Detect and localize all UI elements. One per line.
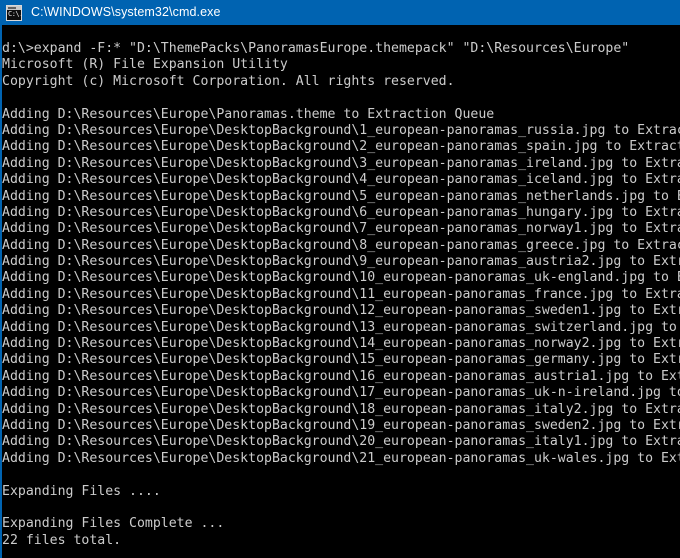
console-line: Adding D:\Resources\Europe\DesktopBackgr… — [2, 254, 680, 270]
console-line: Adding D:\Resources\Europe\DesktopBackgr… — [2, 155, 680, 171]
console-line: Adding D:\Resources\Europe\DesktopBackgr… — [2, 336, 680, 352]
console-line: Adding D:\Resources\Europe\DesktopBackgr… — [2, 139, 680, 155]
console-line: 22 files total. — [2, 532, 122, 548]
cmd-icon-prompt-glyph: C:\. — [8, 9, 23, 18]
console-line: Adding D:\Resources\Europe\DesktopBackgr… — [2, 450, 680, 466]
console-line: Adding D:\Resources\Europe\DesktopBackgr… — [2, 352, 680, 368]
console-output-area[interactable]: d:\>expand -F:* "D:\ThemePacks\Panoramas… — [0, 25, 680, 558]
console-line: Adding D:\Resources\Europe\DesktopBackgr… — [2, 221, 680, 237]
console-line: Adding D:\Resources\Europe\DesktopBackgr… — [2, 368, 680, 384]
window-title-text: C:\WINDOWS\system32\cmd.exe — [31, 5, 221, 19]
console-line: Adding D:\Resources\Europe\Panoramas.the… — [2, 106, 495, 122]
console-line: Copyright (c) Microsoft Corporation. All… — [2, 73, 455, 89]
console-line: Adding D:\Resources\Europe\DesktopBackgr… — [2, 270, 680, 286]
window-titlebar[interactable]: C:\. C:\WINDOWS\system32\cmd.exe — [0, 0, 680, 25]
cmd-console-icon: C:\. — [6, 4, 23, 21]
console-line: Adding D:\Resources\Europe\DesktopBackgr… — [2, 122, 680, 138]
console-line: Adding D:\Resources\Europe\DesktopBackgr… — [2, 286, 680, 302]
console-line: d:\>expand -F:* "D:\ThemePacks\Panoramas… — [2, 41, 630, 56]
console-line: Adding D:\Resources\Europe\DesktopBackgr… — [2, 204, 680, 220]
cmd-window: C:\. C:\WINDOWS\system32\cmd.exe d:\>exp… — [0, 0, 680, 558]
console-text-buffer: d:\>expand -F:* "D:\ThemePacks\Panoramas… — [2, 41, 680, 549]
console-line: Adding D:\Resources\Europe\DesktopBackgr… — [2, 172, 680, 188]
console-line: Adding D:\Resources\Europe\DesktopBackgr… — [2, 401, 680, 417]
console-line: Adding D:\Resources\Europe\DesktopBackgr… — [2, 319, 677, 335]
console-line: Adding D:\Resources\Europe\DesktopBackgr… — [2, 417, 680, 433]
console-line: Adding D:\Resources\Europe\DesktopBackgr… — [2, 303, 680, 319]
console-line: Adding D:\Resources\Europe\DesktopBackgr… — [2, 188, 680, 204]
console-line: Expanding Files Complete ... — [2, 516, 225, 532]
console-line: Adding D:\Resources\Europe\DesktopBackgr… — [2, 237, 680, 253]
console-line: Microsoft (R) File Expansion Utility — [2, 57, 288, 73]
console-line: Adding D:\Resources\Europe\DesktopBackgr… — [2, 434, 680, 450]
console-line: Adding D:\Resources\Europe\DesktopBackgr… — [2, 385, 680, 401]
console-line: Expanding Files .... — [2, 483, 161, 499]
